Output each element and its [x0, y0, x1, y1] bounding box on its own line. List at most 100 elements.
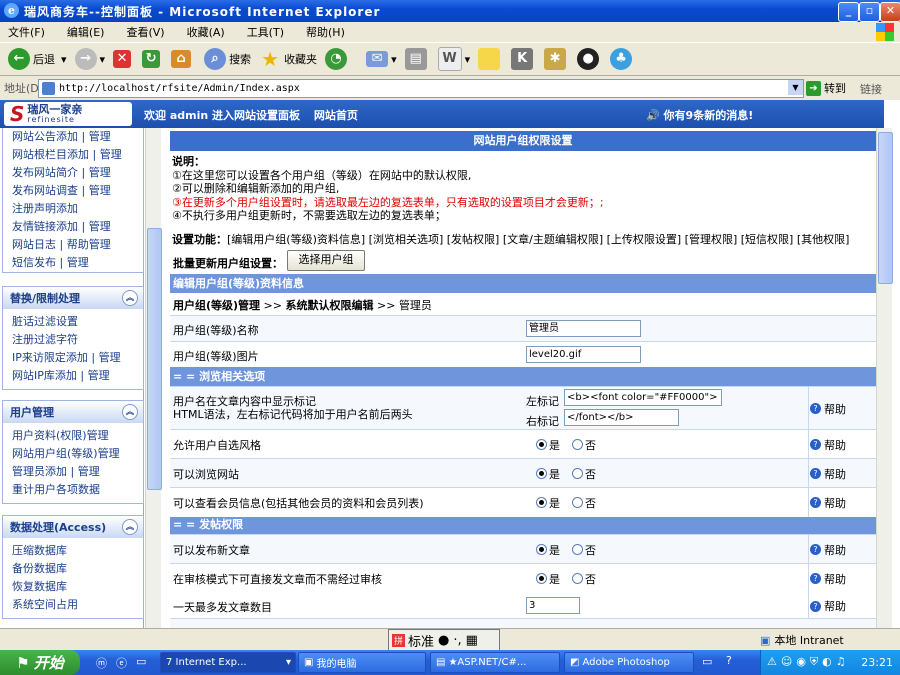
tray-window-icon[interactable]: ▭ [702, 655, 712, 668]
menu-view[interactable]: 查看(V) [126, 24, 164, 40]
sidebar-item[interactable]: 注册声明添加 [3, 200, 143, 218]
yes-no-radio[interactable]: 是否 [536, 535, 596, 564]
sidebar-item[interactable]: 网站公告添加 | 管理 [3, 128, 143, 146]
main-scroll-thumb[interactable] [878, 132, 893, 284]
daily-limit-input[interactable]: 3 [526, 597, 580, 614]
breadcrumb-default[interactable]: 系统默认权限编辑 [286, 299, 374, 312]
right-mark-input[interactable]: </font></b> [564, 409, 679, 426]
yes-no-radio[interactable]: 是否 [536, 459, 596, 488]
stop-button[interactable]: ✕ [113, 50, 134, 68]
help-link[interactable]: ? 帮助 [810, 535, 846, 564]
tray-icons[interactable]: ⚠☺◉⛨◐♫ [767, 655, 850, 669]
select-group-button[interactable]: 选择用户组 [287, 250, 365, 271]
message-notice[interactable]: 🔊 你有9条新的消息! [646, 107, 753, 123]
radio-yes[interactable] [536, 497, 547, 508]
edit-button[interactable]: W ▾ [437, 47, 470, 71]
sidebar-item[interactable]: 网站根栏目添加 | 管理 [3, 146, 143, 164]
sidebar-item[interactable]: 网站IP库添加 | 管理 [3, 367, 143, 385]
sidebar-item[interactable]: 网站用户组(等级)管理 [3, 445, 143, 463]
chevron-up-icon[interactable]: ︽ [122, 404, 138, 420]
radio-yes[interactable] [536, 544, 547, 555]
radio-yes[interactable] [536, 573, 547, 584]
ime-mode[interactable]: 标准 [408, 631, 434, 650]
back-button[interactable]: ← 后退 ▾ [8, 48, 67, 70]
chevron-up-icon[interactable]: ︽ [122, 290, 138, 306]
yes-no-radio[interactable]: 是否 [536, 488, 596, 517]
sidebar-item[interactable]: 压缩数据库 [3, 542, 143, 560]
main-scrollbar[interactable] [876, 128, 893, 628]
sidebar-item[interactable]: 短信发布 | 管理 [3, 254, 143, 272]
ime-keyboard-icon[interactable]: ▦ [466, 633, 478, 648]
radio-no[interactable] [572, 573, 583, 584]
quicklaunch-ie-icon[interactable]: ⓔ [116, 655, 127, 671]
group-header[interactable]: 用户管理 ︽ [3, 401, 143, 423]
close-button[interactable]: ✕ [880, 2, 900, 22]
help-link[interactable]: ? 帮助 [810, 387, 846, 430]
sidebar-item[interactable]: IP来访限定添加 | 管理 [3, 349, 143, 367]
radio-yes[interactable] [536, 468, 547, 479]
help-link[interactable]: ? 帮助 [810, 593, 846, 619]
menu-edit[interactable]: 编辑(E) [67, 24, 105, 40]
task-my-computer[interactable]: ▣ 我的电脑 [298, 652, 426, 673]
radio-no[interactable] [572, 468, 583, 479]
radio-yes[interactable] [536, 439, 547, 450]
history-button[interactable]: ◔ [325, 48, 350, 70]
menu-file[interactable]: 文件(F) [8, 24, 45, 40]
radio-no[interactable] [572, 544, 583, 555]
chevron-up-icon[interactable]: ︽ [122, 519, 138, 535]
task-photoshop[interactable]: ◩ Adobe Photoshop [564, 652, 694, 673]
sidebar-item[interactable]: 重计用户各项数据 [3, 481, 143, 499]
menu-help[interactable]: 帮助(H) [306, 24, 345, 40]
address-dropdown-icon[interactable]: ▼ [788, 80, 803, 95]
sidebar-item[interactable]: 管理员添加 | 管理 [3, 463, 143, 481]
help-link[interactable]: ? 帮助 [810, 564, 846, 593]
sidebar-item[interactable]: 脏话过滤设置 [3, 313, 143, 331]
print-button[interactable]: ▤ [404, 48, 430, 70]
sidebar-item[interactable]: 注册过滤字符 [3, 331, 143, 349]
sidebar-item[interactable]: 恢复数据库 [3, 578, 143, 596]
minimize-button[interactable]: _ [838, 2, 859, 22]
ime-bar[interactable]: 拼 标准 ● ·, ▦ [388, 629, 500, 651]
help-link[interactable]: ? 帮助 [810, 430, 846, 459]
sidebar-item[interactable]: 备份数据库 [3, 560, 143, 578]
sidebar-item[interactable]: 系统空间占用 [3, 596, 143, 614]
links-button[interactable]: 链接 [860, 81, 882, 97]
menu-favorites[interactable]: 收藏(A) [187, 24, 225, 40]
search-button[interactable]: ⌕ 搜索 [204, 48, 251, 70]
note-button[interactable] [478, 48, 503, 70]
sidebar-item[interactable]: 用户资料(权限)管理 [3, 427, 143, 445]
quicklaunch-messenger-icon[interactable]: ⓜ [96, 655, 107, 671]
sidebar-scroll-thumb[interactable] [147, 228, 162, 490]
radio-no[interactable] [572, 497, 583, 508]
group-header[interactable]: 替换/限制处理 ︽ [3, 287, 143, 309]
site-home-link[interactable]: 网站首页 [314, 109, 358, 122]
help-link[interactable]: ? 帮助 [810, 459, 846, 488]
k-button[interactable]: K [511, 48, 536, 70]
qq-button[interactable]: ● [577, 48, 602, 70]
settings-link-list[interactable]: [编辑用户组(等级)资料信息] [浏览相关选项] [发帖权限] [文章/主题编辑… [227, 233, 849, 246]
home-button[interactable]: ⌂ [171, 50, 194, 68]
task-aspnet[interactable]: ▤ ★ASP.NET/C#... [430, 652, 560, 673]
go-button[interactable]: ➔ 转到 [806, 80, 846, 96]
tool-button[interactable]: ✱ [544, 48, 569, 70]
help-link[interactable]: ? 帮助 [810, 488, 846, 517]
yes-no-radio[interactable]: 是否 [536, 564, 596, 593]
forward-button[interactable]: → ▾ [74, 48, 105, 70]
maximize-button[interactable]: ▫ [859, 2, 880, 22]
sidebar-item[interactable]: 友情链接添加 | 管理 [3, 218, 143, 236]
menu-tools[interactable]: 工具(T) [247, 24, 284, 40]
messenger-button[interactable]: ♣ [610, 48, 635, 70]
radio-no[interactable] [572, 439, 583, 450]
group-image-input[interactable]: level20.gif [526, 346, 641, 363]
sidebar-item[interactable]: 网站日志 | 帮助管理 [3, 236, 143, 254]
quicklaunch-desktop-icon[interactable]: ▭ [136, 655, 146, 668]
ime-punct-icon[interactable]: ·, [453, 633, 461, 648]
sidebar-item[interactable]: 发布网站简介 | 管理 [3, 164, 143, 182]
sidebar-scrollbar[interactable] [145, 128, 162, 628]
sidebar-item[interactable]: 发布网站调查 | 管理 [3, 182, 143, 200]
favorites-button[interactable]: ★ 收藏夹 [259, 48, 317, 70]
start-button[interactable]: ⚑ 开始 [0, 650, 80, 675]
refresh-button[interactable]: ↻ [142, 50, 163, 68]
tray-help-icon[interactable]: ? [726, 654, 732, 667]
group-header[interactable]: 数据处理(Access) ︽ [3, 516, 143, 538]
